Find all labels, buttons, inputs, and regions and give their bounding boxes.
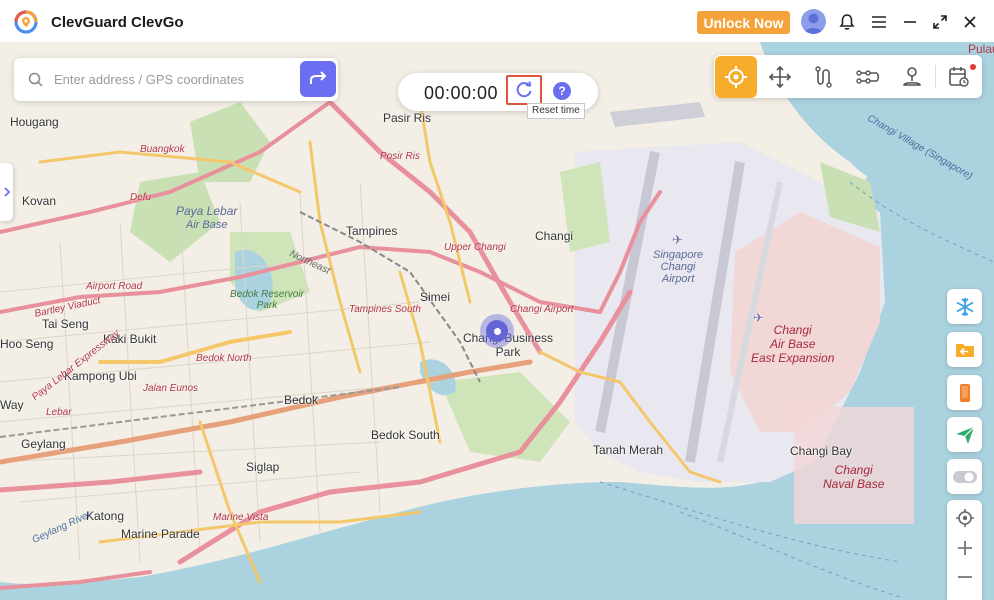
help-icon[interactable]: ?: [553, 82, 571, 100]
timer-value: 00:00:00: [424, 83, 499, 103]
road-label-changi-airport: Changi Airport: [510, 304, 574, 315]
map-label-changi-air-base: Changi Air Base East Expansion: [751, 323, 834, 365]
road-label-tampines-south: Tampines South: [349, 304, 421, 315]
zoom-control-group: [947, 500, 982, 600]
refresh-icon: [516, 81, 532, 98]
map-label-changi: Changi: [535, 229, 574, 243]
locate-icon[interactable]: [947, 503, 982, 533]
road-label-airport-road: Airport Road: [86, 281, 143, 292]
road-label-pasir-ris: Posir Ris: [380, 151, 421, 162]
map-label-buangkok: Buangkok: [140, 144, 185, 155]
map-label-way: Way: [0, 398, 24, 412]
device-icon[interactable]: [947, 375, 982, 410]
road-label-jalan-eunos: Jalan Eunos: [143, 383, 199, 394]
map-label-pulau: Pulau: [968, 42, 994, 56]
minimize-icon[interactable]: [899, 11, 921, 33]
reset-time-tooltip: Reset time: [527, 103, 585, 119]
map-label-hoo-seng: Hoo Seng: [0, 337, 54, 351]
airport-line-1: Singapore: [653, 249, 704, 261]
bell-icon[interactable]: [836, 11, 858, 33]
paya-lebar-line-2: Air Base: [185, 219, 228, 231]
toolbar-divider: [935, 65, 936, 88]
maximize-icon[interactable]: [929, 11, 951, 33]
location-marker-icon[interactable]: [480, 314, 514, 348]
toggle-icon[interactable]: [947, 459, 982, 494]
search-bar: [14, 58, 338, 101]
airport-plane-icon: ✈: [672, 232, 683, 247]
map-label-tanah-merah: Tanah Merah: [593, 443, 664, 457]
teleport-mode-icon[interactable]: [715, 56, 757, 98]
search-go-button[interactable]: [300, 61, 336, 97]
airbase-plane-icon: ✈: [753, 310, 764, 325]
unlock-now-button[interactable]: Unlock Now: [697, 11, 790, 34]
mode-toolbar: [714, 55, 982, 98]
paya-lebar-line-1: Paya Lebar: [176, 204, 238, 218]
map-label-tai-seng: Tai Seng: [42, 317, 89, 331]
map-label-hougang: Hougang: [10, 115, 59, 129]
airport-line-2: Changi: [660, 261, 696, 273]
map-label-geylang: Geylang: [21, 437, 66, 451]
menu-icon[interactable]: [868, 11, 890, 33]
two-spot-route-icon[interactable]: [804, 57, 844, 97]
map-label-defu: Defu: [130, 192, 152, 203]
multi-spot-route-icon[interactable]: [848, 57, 888, 97]
air-base-line-2: Air Base: [770, 337, 816, 351]
road-label-lebar: Lebar: [46, 407, 72, 418]
clevgo-logo-icon: [14, 10, 38, 34]
avatar[interactable]: [801, 9, 826, 34]
map-label-tampines: Tampines: [346, 224, 398, 238]
road-label-marine-vista: Marine Vista: [213, 512, 269, 523]
road-label-bedok-north: Bedok North: [196, 353, 252, 364]
map-label-bedok: Bedok: [284, 393, 319, 407]
zoom-out-icon[interactable]: [947, 562, 982, 592]
map-label-bedok-south: Bedok South: [371, 428, 440, 442]
map-label-pasir-ris: Pasir Ris: [383, 111, 432, 125]
send-icon[interactable]: [947, 417, 982, 452]
reset-time-button[interactable]: [506, 75, 542, 105]
notification-dot: [970, 64, 976, 70]
map-label-kovan: Kovan: [22, 194, 57, 208]
park-line-1: Bedok Reservoir: [230, 289, 304, 300]
map-label-marine-parade: Marine Parade: [121, 527, 200, 541]
road-label-upper-changi: Upper Changi: [444, 242, 506, 253]
map-label-siglap: Siglap: [246, 460, 280, 474]
map-label-changi-bay: Changi Bay: [790, 444, 853, 458]
airport-line-3: Airport: [661, 273, 695, 285]
history-icon[interactable]: [939, 57, 979, 97]
search-icon: [28, 72, 43, 87]
close-icon[interactable]: [959, 11, 981, 33]
map-label-paya-lebar-air-base: Paya Lebar Air Base: [176, 204, 237, 232]
jump-teleport-icon[interactable]: [892, 57, 932, 97]
import-gpx-icon[interactable]: [947, 332, 982, 367]
app-window: ClevGuard ClevGo Unlock Now Hougang Pasi…: [0, 0, 994, 600]
zoom-in-icon[interactable]: [947, 533, 982, 563]
freeze-icon[interactable]: [947, 289, 982, 324]
map-label-simei: Simei: [420, 290, 451, 304]
chevron-right-icon: [3, 187, 10, 197]
redirect-arrow-icon: [310, 71, 327, 84]
title-bar: ClevGuard ClevGo Unlock Now: [0, 0, 994, 42]
map-label-bedok-reservoir-park: Bedok Reservoir Park: [230, 289, 304, 311]
app-title: ClevGuard ClevGo: [51, 14, 184, 31]
map-label-changi-naval-base: Changi Naval Base: [823, 463, 884, 491]
naval-base-line-1: Changi: [834, 463, 873, 477]
map-label-singapore-changi-airport: Singapore Changi Airport: [653, 249, 703, 285]
naval-base-line-2: Naval Base: [823, 477, 885, 491]
air-base-line-3: East Expansion: [751, 351, 835, 365]
joystick-mode-icon[interactable]: [760, 57, 800, 97]
sidebar-expand-tab[interactable]: [0, 163, 13, 221]
park-line-2: Park: [256, 300, 278, 311]
search-input[interactable]: [54, 69, 294, 89]
